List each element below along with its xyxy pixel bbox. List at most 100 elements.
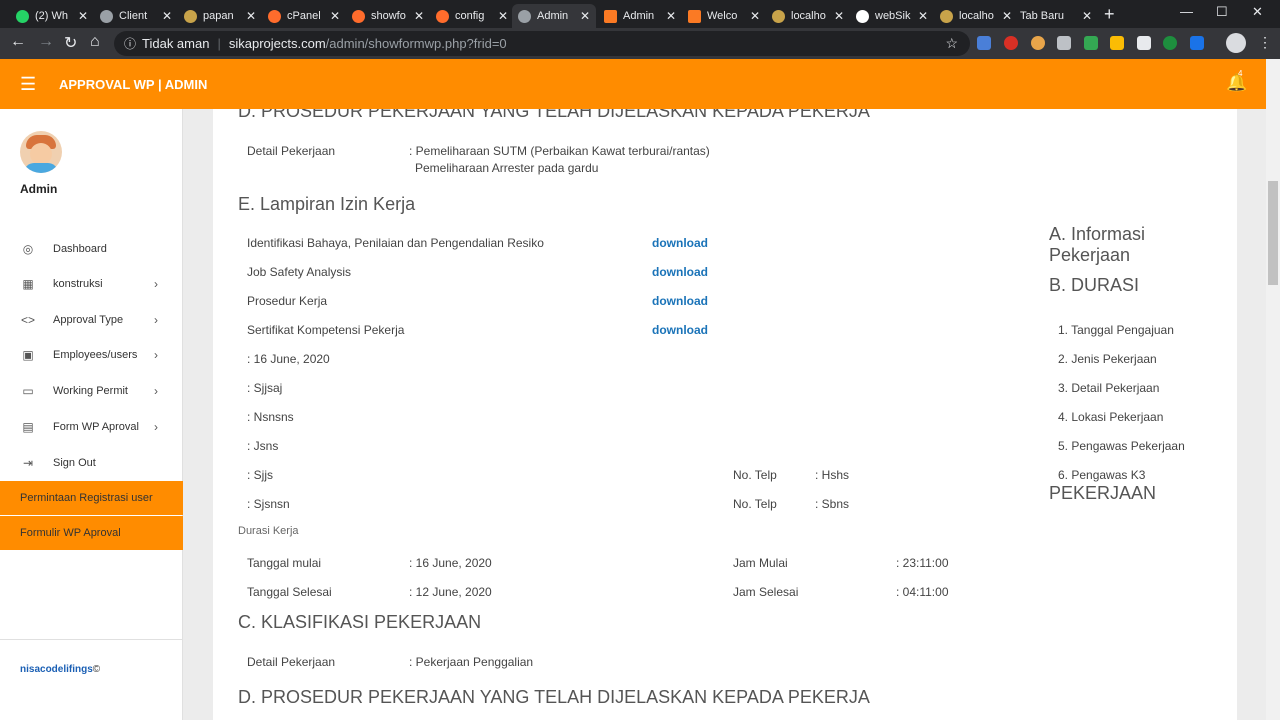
- page-scrollbar[interactable]: [1266, 59, 1280, 720]
- translate-extension-icon[interactable]: [977, 36, 991, 50]
- footer-credit[interactable]: nisacodelifings©: [20, 664, 100, 675]
- close-icon[interactable]: ✕: [162, 9, 172, 23]
- forward-arrow-icon[interactable]: →: [38, 33, 54, 51]
- browser-tab[interactable]: (2) Wh ✕: [10, 4, 94, 28]
- download-link[interactable]: download: [652, 323, 708, 337]
- right-nav-item[interactable]: 2. Jenis Pekerjaan: [1058, 352, 1157, 366]
- sidebar-item-permintaan-registrasi[interactable]: Permintaan Registrasi user: [0, 481, 183, 515]
- leaf-extension-icon[interactable]: [1163, 36, 1177, 50]
- chevron-right-icon: ›: [154, 348, 158, 362]
- right-heading-a-line2[interactable]: Pekerjaan: [1049, 245, 1130, 266]
- close-icon[interactable]: ✕: [330, 9, 340, 23]
- sidebar-item-form-wp[interactable]: ▤ Form WP Aproval ›: [0, 412, 183, 442]
- close-icon[interactable]: ✕: [414, 9, 424, 23]
- back-arrow-icon[interactable]: ←: [10, 33, 26, 51]
- download-link[interactable]: download: [652, 294, 708, 308]
- right-heading-a-line1[interactable]: A. Informasi: [1049, 224, 1145, 245]
- browser-tab[interactable]: localho ✕: [766, 4, 850, 28]
- close-icon[interactable]: ✕: [246, 9, 256, 23]
- sidebar-item-formulir-wp[interactable]: Formulir WP Aproval: [0, 516, 183, 550]
- close-icon[interactable]: ✕: [498, 9, 508, 23]
- notification-bell-icon[interactable]: 🔔: [1226, 73, 1247, 93]
- vpn-extension-icon[interactable]: [1190, 36, 1204, 50]
- home-icon[interactable]: ⌂: [90, 33, 100, 51]
- close-icon[interactable]: ✕: [1002, 9, 1012, 23]
- crown-icon: [940, 9, 953, 23]
- copyright-symbol: ©: [92, 664, 101, 675]
- sidebar: Admin ◎ Dashboard ▦ konstruksi › <> Appr…: [0, 109, 183, 720]
- profile-avatar-icon[interactable]: [1226, 33, 1246, 53]
- printer-extension-icon[interactable]: [1057, 36, 1071, 50]
- browser-tab[interactable]: Admin ✕: [598, 4, 682, 28]
- attachment-label: Sertifikat Kompetensi Pekerja: [247, 323, 405, 337]
- tanggal-mulai-label: Tanggal mulai: [247, 556, 322, 570]
- right-nav-item[interactable]: 1. Tanggal Pengajuan: [1058, 323, 1174, 337]
- sheets-extension-icon[interactable]: [1084, 36, 1098, 50]
- section-heading-e: E. Lampiran Izin Kerja: [238, 194, 416, 214]
- sidebar-item-konstruksi[interactable]: ▦ konstruksi ›: [0, 269, 183, 299]
- right-nav-item[interactable]: 5. Pengawas Pekerjaan: [1058, 439, 1185, 453]
- browser-tab[interactable]: Client ✕: [94, 4, 178, 28]
- info-value: : Nsnsns: [247, 410, 294, 424]
- browser-tab[interactable]: webSik ✕: [850, 4, 934, 28]
- right-heading-b[interactable]: B. DURASI: [1049, 275, 1139, 296]
- right-heading-pekerjaan[interactable]: PEKERJAAN: [1049, 483, 1156, 504]
- info-value: : Sjjs: [247, 468, 274, 482]
- tanggal-mulai-value: : 16 June, 2020: [409, 556, 492, 570]
- close-icon[interactable]: ✕: [78, 9, 88, 23]
- keep-extension-icon[interactable]: [1110, 36, 1124, 50]
- close-icon[interactable]: ✕: [834, 9, 844, 23]
- browser-tab[interactable]: config ✕: [430, 4, 514, 28]
- close-icon[interactable]: ✕: [918, 9, 928, 23]
- telp-value: : Sbns: [815, 497, 850, 511]
- browser-tab-strip: (2) Wh ✕ Client ✕ papan ✕ cPanel ✕ showfo ✕ c…: [0, 0, 1280, 28]
- download-link[interactable]: download: [652, 265, 708, 279]
- close-icon[interactable]: ✕: [666, 9, 676, 23]
- window-close-icon[interactable]: ✕: [1252, 4, 1263, 20]
- minimize-icon[interactable]: —: [1180, 4, 1193, 19]
- maximize-icon[interactable]: ☐: [1216, 4, 1228, 20]
- reload-icon[interactable]: ↻: [64, 33, 77, 53]
- cookie-extension-icon[interactable]: [1031, 36, 1045, 50]
- scrollbar-thumb[interactable]: [1268, 181, 1278, 285]
- info-icon[interactable]: ⓘ: [124, 35, 136, 52]
- more-vert-icon[interactable]: ⋮: [1258, 34, 1272, 51]
- info-value: : Sjjsaj: [247, 381, 283, 395]
- close-icon[interactable]: ✕: [750, 9, 760, 23]
- bookmark-star-icon[interactable]: ☆: [945, 35, 958, 52]
- chat-extension-icon[interactable]: [1137, 36, 1151, 50]
- right-nav-item[interactable]: 6. Pengawas K3: [1058, 468, 1145, 482]
- right-nav-item[interactable]: 3. Detail Pekerjaan: [1058, 381, 1159, 395]
- section-heading-c: C. KLASIFIKASI PEKERJAAN: [238, 612, 482, 632]
- browser-tab[interactable]: papan ✕: [178, 4, 262, 28]
- browser-tab[interactable]: cPanel ✕: [262, 4, 346, 28]
- detail-value-line1: : Pemeliharaan SUTM (Perbaikan Kawat ter…: [409, 144, 710, 158]
- close-icon[interactable]: ✕: [1082, 9, 1092, 23]
- browser-tab[interactable]: localho ✕: [934, 4, 1018, 28]
- adblock-extension-icon[interactable]: [1004, 36, 1018, 50]
- browser-tab[interactable]: Welco ✕: [682, 4, 766, 28]
- info-value: : Jsns: [247, 439, 279, 453]
- new-tab-icon[interactable]: +: [1104, 4, 1115, 25]
- tab-label: showfo: [371, 10, 406, 22]
- browser-tab-active[interactable]: Admin ✕: [512, 4, 596, 28]
- sidebar-item-approval-type[interactable]: <> Approval Type ›: [0, 305, 183, 335]
- tab-label: Admin: [623, 10, 655, 22]
- sidebar-item-dashboard[interactable]: ◎ Dashboard: [0, 234, 183, 264]
- address-bar[interactable]: ⓘ Tidak aman | sikaprojects.com/admin/sh…: [114, 31, 970, 56]
- content-card: D. PROSEDUR PEKERJAAN YANG TELAH DIJELAS…: [213, 109, 1237, 720]
- sidebar-item-sign-out[interactable]: ⇥ Sign Out: [0, 448, 183, 478]
- browser-tab[interactable]: Tab Baru ✕: [1014, 4, 1098, 28]
- sidebar-item-working-permit[interactable]: ▭ Working Permit ›: [0, 376, 183, 406]
- close-icon[interactable]: ✕: [580, 9, 590, 23]
- browser-tab[interactable]: showfo ✕: [346, 4, 430, 28]
- right-nav-item[interactable]: 4. Lokasi Pekerjaan: [1058, 410, 1163, 424]
- chevron-right-icon: ›: [154, 313, 158, 327]
- hamburger-menu-icon[interactable]: ☰: [20, 74, 36, 95]
- tab-label: Admin: [537, 10, 569, 22]
- sidebar-item-employees[interactable]: ▣ Employees/users ›: [0, 340, 183, 370]
- download-link[interactable]: download: [652, 236, 708, 250]
- security-label: Tidak aman: [142, 36, 210, 51]
- address-separator: |: [217, 36, 221, 51]
- attachment-label: Prosedur Kerja: [247, 294, 328, 308]
